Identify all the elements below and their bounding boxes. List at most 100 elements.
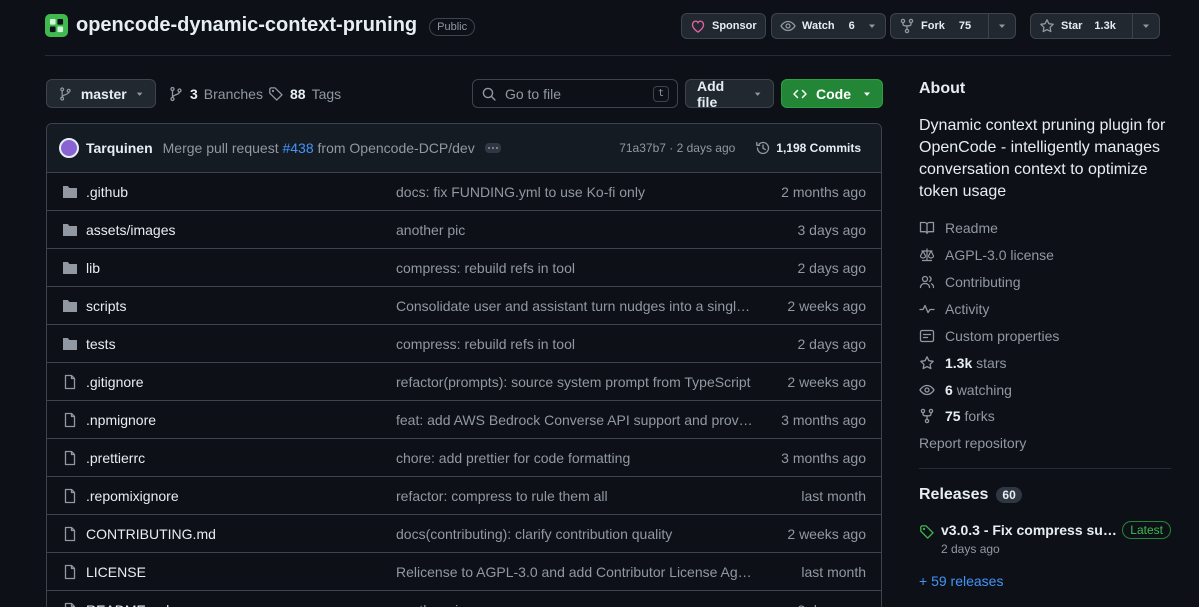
file-icon — [62, 412, 78, 428]
tags-link[interactable]: 88 Tags — [268, 79, 341, 108]
table-row[interactable]: scripts Consolidate user and assistant tu… — [47, 287, 881, 325]
file-commit-message-link[interactable]: compress: rebuild refs in tool — [396, 336, 754, 352]
table-row[interactable]: .github docs: fix FUNDING.yml to use Ko-f… — [47, 173, 881, 211]
caret-down-icon — [754, 92, 761, 96]
table-row[interactable]: .prettierrc chore: add prettier for code … — [47, 439, 881, 477]
fork-button[interactable]: Fork 75 — [890, 13, 1017, 39]
commit-message[interactable]: Merge pull request #438 from Opencode-DC… — [163, 140, 475, 156]
fork-count: 75 — [958, 20, 972, 32]
file-commit-message-link[interactable]: compress: rebuild refs in tool — [396, 260, 754, 276]
table-row[interactable]: tests compress: rebuild refs in tool 2 day… — [47, 325, 881, 363]
file-commit-message-link[interactable]: another pic — [396, 602, 754, 607]
file-name-link[interactable]: CONTRIBUTING.md — [86, 526, 216, 542]
table-row[interactable]: README.md another pic 3 days ago — [47, 591, 881, 607]
eye-icon — [919, 384, 935, 396]
repo-name-link[interactable]: opencode-dynamic-context-pruning — [76, 14, 417, 37]
releases-count-badge: 60 — [996, 487, 1022, 503]
file-name-link[interactable]: .npmignore — [86, 412, 156, 428]
watching-label: watching — [956, 382, 1012, 398]
stars-link[interactable]: 1.3k stars — [919, 355, 1006, 371]
branches-count: 3 — [190, 85, 198, 102]
file-icon — [62, 564, 78, 580]
table-row[interactable]: .repomixignore refactor: compress to rule… — [47, 477, 881, 515]
folder-icon — [62, 261, 78, 275]
file-commit-message-link[interactable]: refactor: compress to rule them all — [396, 488, 754, 504]
file-name-link[interactable]: README.md — [86, 602, 169, 607]
file-commit-message-link[interactable]: another pic — [396, 222, 754, 238]
table-row[interactable]: LICENSE Relicense to AGPL-3.0 and add Con… — [47, 553, 881, 591]
folder-icon — [62, 185, 78, 199]
activity-link[interactable]: Activity — [919, 301, 989, 317]
file-commit-date: 3 months ago — [781, 411, 866, 428]
table-row[interactable]: lib compress: rebuild refs in tool 2 days … — [47, 249, 881, 287]
file-commit-date: 3 days ago — [797, 221, 867, 238]
avatar[interactable] — [59, 138, 79, 158]
caret-down-icon — [864, 92, 870, 96]
file-name-link[interactable]: .gitignore — [86, 374, 144, 390]
add-file-button[interactable]: Add file — [685, 78, 774, 110]
star-icon — [920, 356, 934, 370]
file-name-link[interactable]: .repomixignore — [86, 488, 179, 504]
commit-message-suffix: from Opencode-DCP/dev — [317, 140, 475, 156]
file-commit-message-link[interactable]: docs(contributing): clarify contribution… — [396, 526, 754, 542]
watching-link[interactable]: 6 watching — [919, 382, 1012, 398]
fork-dropdown-button[interactable] — [988, 14, 1015, 38]
expand-commit-message-button[interactable] — [484, 143, 501, 153]
file-commit-date: last month — [801, 563, 866, 580]
file-commit-message-link[interactable]: chore: add prettier for code formatting — [396, 450, 754, 466]
commit-author-link[interactable]: Tarquinen — [86, 140, 153, 156]
file-icon — [62, 488, 78, 504]
eye-icon — [780, 20, 796, 32]
file-icon — [62, 374, 78, 390]
contributing-link[interactable]: Contributing — [919, 274, 1021, 290]
table-row[interactable]: assets/images another pic 3 days ago — [47, 211, 881, 249]
forks-count: 75 — [945, 408, 961, 424]
grid-icon — [49, 18, 64, 33]
tag-icon — [920, 525, 934, 539]
file-name-link[interactable]: tests — [86, 336, 116, 352]
branch-selector[interactable]: master — [46, 79, 156, 108]
sponsor-button[interactable]: Sponsor — [681, 13, 766, 39]
branches-label: Branches — [203, 85, 263, 102]
license-link[interactable]: AGPL-3.0 license — [919, 247, 1054, 263]
file-commit-date: 2 weeks ago — [787, 525, 866, 542]
table-row[interactable]: CONTRIBUTING.md docs(contributing): clari… — [47, 515, 881, 553]
custom-properties-link[interactable]: Custom properties — [919, 328, 1059, 344]
forks-link[interactable]: 75 forks — [919, 408, 995, 424]
file-name-link[interactable]: .github — [86, 184, 128, 200]
file-commit-date: 2 months ago — [781, 183, 866, 200]
pull-request-link[interactable]: #438 — [282, 140, 313, 156]
branches-link[interactable]: 3 Branches — [168, 79, 263, 108]
table-row[interactable]: .npmignore feat: add AWS Bedrock Converse… — [47, 401, 881, 439]
file-icon — [62, 526, 78, 542]
file-commit-message-link[interactable]: docs: fix FUNDING.yml to use Ko-fi only — [396, 184, 754, 200]
more-releases-link[interactable]: + 59 releases — [919, 573, 1003, 589]
readme-link[interactable]: Readme — [919, 220, 998, 236]
file-commit-message-link[interactable]: Relicense to AGPL-3.0 and add Contributo… — [396, 564, 754, 580]
code-button[interactable]: Code — [781, 79, 883, 108]
file-name-link[interactable]: lib — [86, 260, 100, 276]
commit-sha-time[interactable]: 71a37b7 · 2 days ago — [619, 141, 735, 155]
release-name[interactable]: v3.0.3 - Fix compress sub... — [941, 522, 1117, 538]
file-name-link[interactable]: LICENSE — [86, 564, 146, 580]
repo-owner-avatar[interactable] — [45, 14, 68, 37]
note-icon — [919, 329, 935, 343]
commits-history-link[interactable]: 1,198 Commits — [755, 140, 861, 156]
report-label: Report repository — [919, 435, 1027, 451]
file-name-link[interactable]: assets/images — [86, 222, 175, 238]
file-commit-message-link[interactable]: Consolidate user and assistant turn nudg… — [396, 298, 754, 314]
file-name-link[interactable]: .prettierrc — [86, 450, 145, 466]
releases-heading[interactable]: Releases 60 — [919, 486, 1022, 504]
report-repository-link[interactable]: Report repository — [919, 435, 1026, 451]
star-count: 1.3k — [1094, 20, 1116, 32]
go-to-file-input[interactable] — [504, 85, 645, 102]
go-to-file-search[interactable]: t — [472, 79, 678, 108]
table-row[interactable]: .gitignore refactor(prompts): source syst… — [47, 363, 881, 401]
watch-button[interactable]: Watch 6 — [771, 13, 886, 39]
file-commit-message-link[interactable]: refactor(prompts): source system prompt … — [396, 374, 754, 390]
file-commit-message-link[interactable]: feat: add AWS Bedrock Converse API suppo… — [396, 412, 754, 428]
star-dropdown-button[interactable] — [1131, 14, 1159, 38]
file-name-link[interactable]: scripts — [86, 298, 126, 314]
folder-icon — [62, 299, 78, 313]
star-button[interactable]: Star 1.3k — [1030, 13, 1160, 39]
